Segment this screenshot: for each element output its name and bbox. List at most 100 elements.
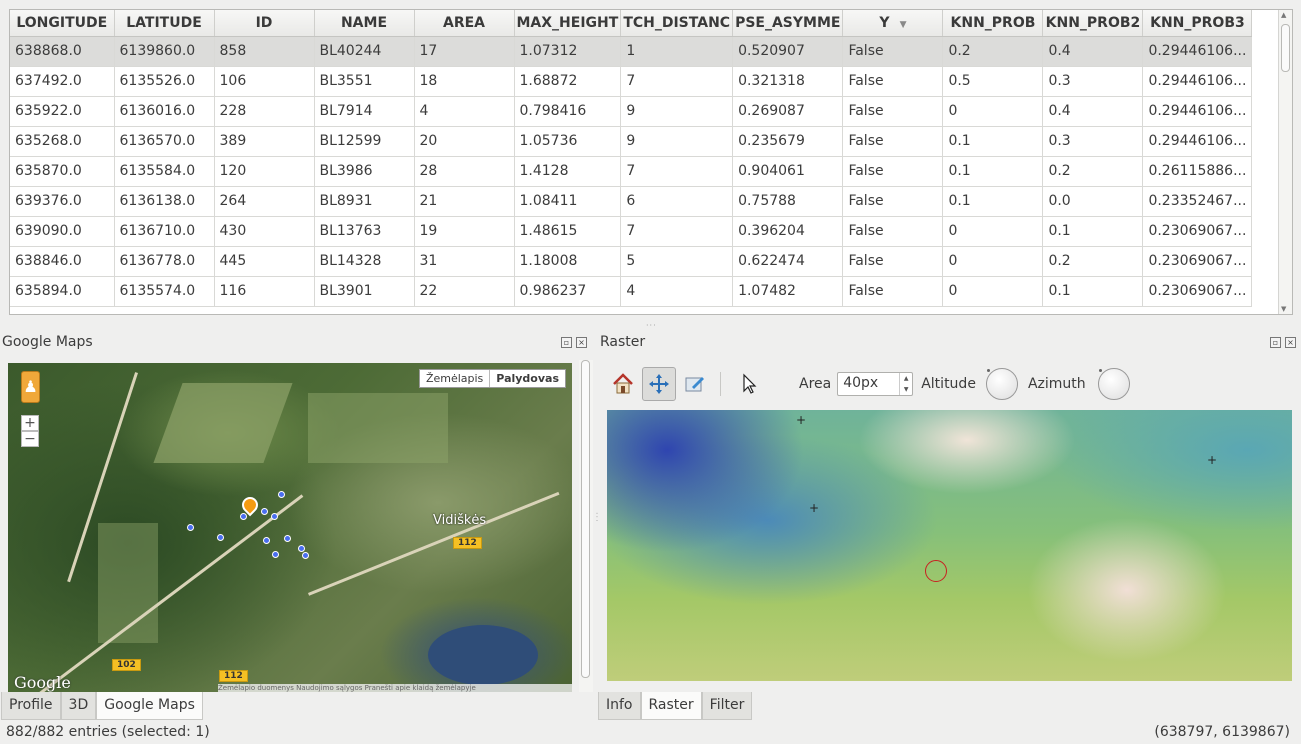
- table-cell[interactable]: BL8931: [314, 186, 415, 217]
- column-header[interactable]: TCH_DISTANC: [620, 10, 734, 37]
- table-cell[interactable]: 445: [214, 246, 315, 277]
- table-cell[interactable]: 0: [942, 216, 1044, 247]
- restore-icon[interactable]: ▫: [561, 337, 572, 348]
- table-cell[interactable]: False: [842, 186, 944, 217]
- map-marker-icon[interactable]: [240, 513, 247, 520]
- table-cell[interactable]: 1: [620, 36, 734, 67]
- map-scrollbar[interactable]: [579, 360, 593, 692]
- column-header[interactable]: LONGITUDE: [10, 10, 115, 37]
- table-cell[interactable]: 639376.0: [10, 186, 115, 217]
- table-cell[interactable]: 0.23069067...: [1142, 246, 1253, 277]
- table-cell[interactable]: 1.07482: [732, 276, 844, 307]
- vertical-splitter[interactable]: ···: [592, 512, 601, 523]
- table-cell[interactable]: 6: [620, 186, 734, 217]
- table-cell[interactable]: 637492.0: [10, 66, 115, 97]
- column-header[interactable]: KNN_PROB3: [1142, 10, 1253, 37]
- scroll-down-arrow-icon[interactable]: ▼: [1281, 305, 1286, 313]
- table-cell[interactable]: 0.269087: [732, 96, 844, 127]
- area-value[interactable]: 40px: [843, 375, 878, 391]
- column-header[interactable]: ID: [214, 10, 315, 37]
- map-marker-icon[interactable]: [217, 534, 224, 541]
- table-cell[interactable]: 635922.0: [10, 96, 115, 127]
- table-row[interactable]: 638846.0 6136778.0 445 BL14328 31 1.18008 5 0.6…: [10, 246, 1253, 277]
- table-cell[interactable]: 0.986237: [514, 276, 622, 307]
- table-cell[interactable]: 0.29446106...: [1142, 36, 1253, 67]
- table-cell[interactable]: 5: [620, 246, 734, 277]
- table-cell[interactable]: 0.29446106...: [1142, 66, 1253, 97]
- table-row[interactable]: 635894.0 6135574.0 116 BL3901 22 0.986237 4 1.0…: [10, 276, 1253, 307]
- google-map[interactable]: ♟ + − Žemėlapis Palydovas Vidiškės 112 1…: [8, 363, 572, 692]
- table-cell[interactable]: 638846.0: [10, 246, 115, 277]
- table-row[interactable]: 635268.0 6136570.0 389 BL12599 20 1.05736 9 0.2…: [10, 126, 1253, 157]
- table-cell[interactable]: BL3901: [314, 276, 415, 307]
- table-cell[interactable]: 7: [620, 216, 734, 247]
- table-cell[interactable]: 6139860.0: [114, 36, 215, 67]
- map-type-satellite-option[interactable]: Palydovas: [489, 370, 565, 387]
- map-marker-icon[interactable]: [302, 552, 309, 559]
- table-cell[interactable]: 0.798416: [514, 96, 622, 127]
- table-cell[interactable]: 6136570.0: [114, 126, 215, 157]
- table-cell[interactable]: 6136778.0: [114, 246, 215, 277]
- table-cell[interactable]: 0.1: [1042, 216, 1144, 247]
- table-cell[interactable]: 0.3: [1042, 126, 1144, 157]
- table-cell[interactable]: 0.520907: [732, 36, 844, 67]
- table-cell[interactable]: False: [842, 36, 944, 67]
- table-cell[interactable]: 7: [620, 66, 734, 97]
- table-cell[interactable]: BL3551: [314, 66, 415, 97]
- table-cell[interactable]: 0.29446106...: [1142, 96, 1253, 127]
- spin-arrows-icon[interactable]: ▲ ▼: [899, 373, 912, 395]
- table-cell[interactable]: False: [842, 276, 944, 307]
- table-scrollbar[interactable]: ▲ ▼: [1278, 10, 1292, 314]
- pan-button[interactable]: [642, 367, 676, 401]
- table-cell[interactable]: 0.1: [942, 186, 1044, 217]
- table-cell[interactable]: 1.4128: [514, 156, 622, 187]
- close-icon[interactable]: ×: [576, 337, 587, 348]
- table-cell[interactable]: 0.23069067...: [1142, 216, 1253, 247]
- table-cell[interactable]: 1.08411: [514, 186, 622, 217]
- attribute-table[interactable]: LONGITUDE LATITUDE ID NAME AREA MAX_HEIGHT TCH…: [9, 9, 1293, 315]
- table-cell[interactable]: 19: [414, 216, 515, 247]
- table-cell[interactable]: 0.4: [1042, 96, 1144, 127]
- table-cell[interactable]: BL3986: [314, 156, 415, 187]
- tab-info[interactable]: Info: [598, 692, 641, 720]
- table-cell[interactable]: 1.07312: [514, 36, 622, 67]
- table-cell[interactable]: 1.48615: [514, 216, 622, 247]
- raster-view[interactable]: + + +: [607, 410, 1292, 681]
- table-row[interactable]: 637492.0 6135526.0 106 BL3551 18 1.68872 7 0.32…: [10, 66, 1253, 97]
- table-cell[interactable]: 264: [214, 186, 315, 217]
- table-cell[interactable]: False: [842, 96, 944, 127]
- table-cell[interactable]: 0: [942, 96, 1044, 127]
- table-cell[interactable]: 0.3: [1042, 66, 1144, 97]
- table-cell[interactable]: 638868.0: [10, 36, 115, 67]
- table-cell[interactable]: 120: [214, 156, 315, 187]
- table-cell[interactable]: 389: [214, 126, 315, 157]
- map-marker-icon[interactable]: [284, 535, 291, 542]
- table-cell[interactable]: 21: [414, 186, 515, 217]
- azimuth-dial[interactable]: [1097, 368, 1130, 400]
- table-cell[interactable]: 106: [214, 66, 315, 97]
- map-marker-icon[interactable]: [278, 491, 285, 498]
- column-header[interactable]: KNN_PROB: [942, 10, 1044, 37]
- restore-icon[interactable]: ▫: [1270, 337, 1281, 348]
- table-cell[interactable]: False: [842, 246, 944, 277]
- table-cell[interactable]: 0.622474: [732, 246, 844, 277]
- map-marker-icon[interactable]: [187, 524, 194, 531]
- table-cell[interactable]: 20: [414, 126, 515, 157]
- table-row[interactable]: 639090.0 6136710.0 430 BL13763 19 1.48615 7 0.3…: [10, 216, 1253, 247]
- table-cell[interactable]: 0.1: [942, 126, 1044, 157]
- table-cell[interactable]: 0.23069067...: [1142, 276, 1253, 307]
- table-cell[interactable]: 635870.0: [10, 156, 115, 187]
- column-header[interactable]: LATITUDE: [114, 10, 215, 37]
- zoom-in-button[interactable]: +: [21, 415, 39, 431]
- table-cell[interactable]: 228: [214, 96, 315, 127]
- tab-profile[interactable]: Profile: [1, 692, 61, 720]
- table-cell[interactable]: 0.2: [942, 36, 1044, 67]
- table-cell[interactable]: 0.2: [1042, 246, 1144, 277]
- table-cell[interactable]: BL40244: [314, 36, 415, 67]
- table-cell[interactable]: 6135526.0: [114, 66, 215, 97]
- map-marker-icon[interactable]: [272, 551, 279, 558]
- horizontal-splitter[interactable]: ···: [646, 321, 657, 330]
- table-cell[interactable]: 9: [620, 126, 734, 157]
- table-cell[interactable]: 9: [620, 96, 734, 127]
- table-cell[interactable]: False: [842, 126, 944, 157]
